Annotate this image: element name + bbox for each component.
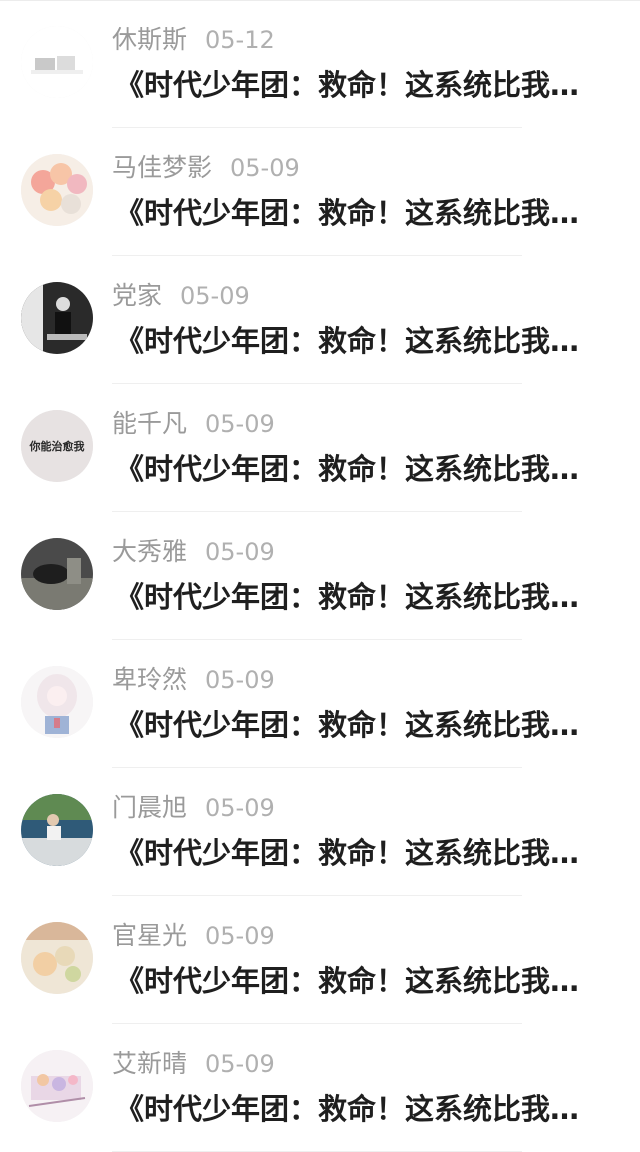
name-line: 卑玲然 05-09 <box>112 662 275 698</box>
user-name[interactable]: 官星光 <box>112 921 187 950</box>
list-item[interactable]: 你能治愈我 能千凡 05-09 《时代少年团：救命！这系统比我… <box>0 384 640 512</box>
name-line: 大秀雅 05-09 <box>112 534 275 570</box>
comment-list: 休斯斯 05-12 《时代少年团：救命！这系统比我… 马佳梦影 05-09 《时代少… <box>0 0 640 1152</box>
list-item[interactable]: 官星光 05-09 《时代少年团：救命！这系统比我… <box>0 896 640 1024</box>
comment-date: 05-09 <box>205 1050 275 1078</box>
avatar[interactable] <box>21 794 93 866</box>
list-item[interactable]: 艾新晴 05-09 《时代少年团：救命！这系统比我… <box>0 1024 640 1152</box>
comment-date: 05-09 <box>205 794 275 822</box>
comment-title[interactable]: 《时代少年团：救命！这系统比我… <box>115 1090 620 1128</box>
user-name[interactable]: 艾新晴 <box>112 1049 187 1078</box>
name-line: 马佳梦影 05-09 <box>112 150 300 186</box>
list-item[interactable]: 休斯斯 05-12 《时代少年团：救命！这系统比我… <box>0 0 640 128</box>
avatar[interactable] <box>21 282 93 354</box>
avatar-text: 你能治愈我 <box>29 439 85 453</box>
comment-date: 05-09 <box>180 282 250 310</box>
comment-date: 05-09 <box>205 538 275 566</box>
comment-title[interactable]: 《时代少年团：救命！这系统比我… <box>115 66 620 104</box>
comment-date: 05-09 <box>230 154 300 182</box>
avatar[interactable] <box>21 922 93 994</box>
comment-title[interactable]: 《时代少年团：救命！这系统比我… <box>115 450 620 488</box>
comment-title[interactable]: 《时代少年团：救命！这系统比我… <box>115 962 620 1000</box>
comment-title[interactable]: 《时代少年团：救命！这系统比我… <box>115 578 620 616</box>
avatar[interactable] <box>21 26 93 98</box>
name-line: 党家 05-09 <box>112 278 250 314</box>
list-item[interactable]: 大秀雅 05-09 《时代少年团：救命！这系统比我… <box>0 512 640 640</box>
list-item[interactable]: 马佳梦影 05-09 《时代少年团：救命！这系统比我… <box>0 128 640 256</box>
comment-date: 05-12 <box>205 26 275 54</box>
avatar[interactable] <box>21 1050 93 1122</box>
name-line: 官星光 05-09 <box>112 918 275 954</box>
list-item[interactable]: 门晨旭 05-09 《时代少年团：救命！这系统比我… <box>0 768 640 896</box>
name-line: 能千凡 05-09 <box>112 406 275 442</box>
list-item[interactable]: 卑玲然 05-09 《时代少年团：救命！这系统比我… <box>0 640 640 768</box>
avatar[interactable]: 你能治愈我 <box>21 410 93 482</box>
user-name[interactable]: 卑玲然 <box>112 665 187 694</box>
comment-title[interactable]: 《时代少年团：救命！这系统比我… <box>115 834 620 872</box>
user-name[interactable]: 门晨旭 <box>112 793 187 822</box>
comment-date: 05-09 <box>205 666 275 694</box>
name-line: 门晨旭 05-09 <box>112 790 275 826</box>
avatar[interactable] <box>21 666 93 738</box>
user-name[interactable]: 马佳梦影 <box>112 153 212 182</box>
comment-title[interactable]: 《时代少年团：救命！这系统比我… <box>115 322 620 360</box>
user-name[interactable]: 党家 <box>112 281 162 310</box>
comment-date: 05-09 <box>205 410 275 438</box>
avatar[interactable] <box>21 154 93 226</box>
name-line: 艾新晴 05-09 <box>112 1046 275 1082</box>
user-name[interactable]: 休斯斯 <box>112 25 187 54</box>
avatar[interactable] <box>21 538 93 610</box>
comment-date: 05-09 <box>205 922 275 950</box>
comment-title[interactable]: 《时代少年团：救命！这系统比我… <box>115 194 620 232</box>
comment-title[interactable]: 《时代少年团：救命！这系统比我… <box>115 706 620 744</box>
list-item[interactable]: 党家 05-09 《时代少年团：救命！这系统比我… <box>0 256 640 384</box>
user-name[interactable]: 能千凡 <box>112 409 187 438</box>
user-name[interactable]: 大秀雅 <box>112 537 187 566</box>
name-line: 休斯斯 05-12 <box>112 22 275 58</box>
